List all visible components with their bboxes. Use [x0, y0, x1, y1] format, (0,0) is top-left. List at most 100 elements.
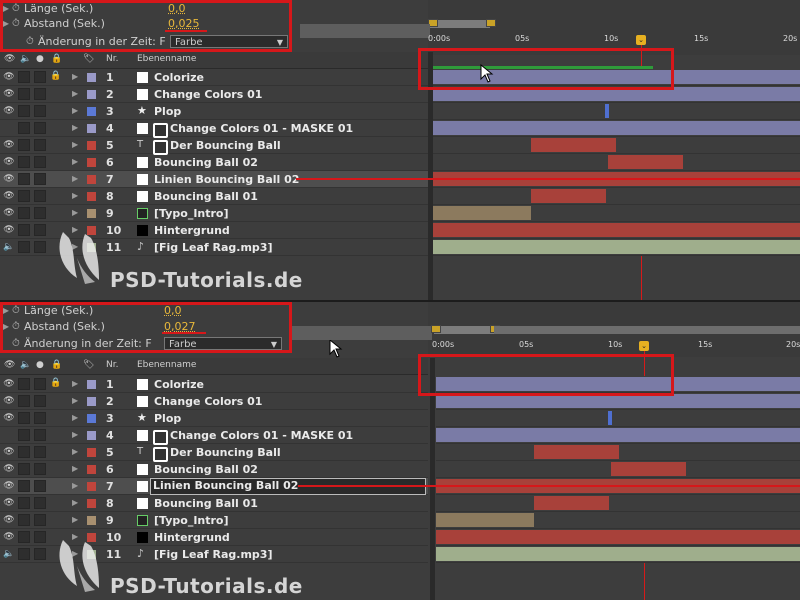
- layer-duration-bar[interactable]: [608, 155, 683, 169]
- label-color-chip[interactable]: [87, 90, 96, 99]
- layer-name[interactable]: Colorize: [154, 378, 204, 391]
- label-color-chip[interactable]: [87, 516, 96, 525]
- switch-box[interactable]: [18, 497, 30, 509]
- header-name[interactable]: Ebenenname: [137, 54, 196, 64]
- layer-name[interactable]: Bouncing Ball 02: [154, 463, 258, 476]
- label-color-chip[interactable]: [87, 380, 96, 389]
- eye-icon[interactable]: 👁: [3, 413, 15, 423]
- layer-duration-bar[interactable]: [531, 138, 616, 152]
- expand-icon[interactable]: ▶: [0, 19, 12, 28]
- layer-name[interactable]: Colorize: [154, 71, 204, 84]
- expand-icon[interactable]: ▶: [72, 498, 78, 507]
- switch-box[interactable]: [34, 190, 46, 202]
- eye-icon[interactable]: 👁: [3, 481, 15, 491]
- layer-row[interactable]: 👁 ▶ 9 [Typo_Intro]: [0, 205, 428, 222]
- switch-box[interactable]: [18, 190, 30, 202]
- layer-name[interactable]: Plop: [154, 105, 181, 118]
- switch-box[interactable]: [18, 173, 30, 185]
- label-color-chip[interactable]: [87, 448, 96, 457]
- layer-duration-bar[interactable]: [611, 462, 686, 476]
- expand-icon[interactable]: ▶: [72, 140, 78, 149]
- switch-box[interactable]: [18, 105, 30, 117]
- eye-icon[interactable]: 👁: [3, 140, 15, 150]
- layer-duration-bar[interactable]: [436, 428, 800, 442]
- switch-box[interactable]: [34, 429, 46, 441]
- switch-box[interactable]: [18, 378, 30, 390]
- header-nr[interactable]: Nr.: [106, 360, 118, 370]
- switch-box[interactable]: [34, 156, 46, 168]
- expand-icon[interactable]: ▶: [72, 174, 78, 183]
- eye-icon[interactable]: 👁: [3, 174, 15, 184]
- eye-icon[interactable]: 👁: [3, 191, 15, 201]
- layer-name[interactable]: [Fig Leaf Rag.mp3]: [154, 241, 273, 254]
- label-color-chip[interactable]: [87, 192, 96, 201]
- label-color-chip[interactable]: [87, 158, 96, 167]
- label-color-chip[interactable]: [87, 141, 96, 150]
- prop-length-value[interactable]: 0,0: [164, 304, 182, 317]
- label-color-chip[interactable]: [87, 397, 96, 406]
- layer-row[interactable]: 👁 ▶ 3 ★ Plop: [0, 410, 428, 427]
- layer-duration-bar[interactable]: [436, 394, 800, 408]
- switch-box[interactable]: [34, 548, 46, 560]
- current-time-indicator[interactable]: ⌄: [639, 341, 649, 351]
- stopwatch-icon[interactable]: ⏱: [12, 338, 24, 349]
- lock-icon[interactable]: 🔒: [50, 71, 61, 81]
- stopwatch-icon[interactable]: ⏱: [12, 305, 24, 316]
- layer-row[interactable]: ▶ 4 Change Colors 01 - MASKE 01: [0, 427, 428, 445]
- eye-icon[interactable]: [3, 430, 15, 440]
- switch-box[interactable]: [34, 88, 46, 100]
- layer-duration-bar[interactable]: [433, 223, 800, 237]
- expand-icon[interactable]: ▶: [72, 72, 78, 81]
- prop-length-value[interactable]: 0,0: [168, 2, 186, 15]
- header-nr[interactable]: Nr.: [106, 54, 118, 64]
- switch-box[interactable]: [18, 463, 30, 475]
- switch-box[interactable]: [34, 378, 46, 390]
- switch-box[interactable]: [18, 139, 30, 151]
- eye-icon[interactable]: 👁: [3, 157, 15, 167]
- switch-box[interactable]: [18, 156, 30, 168]
- eye-icon[interactable]: 👁: [3, 447, 15, 457]
- layer-row[interactable]: 👁 ▶ 3 ★ Plop: [0, 103, 428, 120]
- layer-name[interactable]: [Typo_Intro]: [154, 207, 229, 220]
- layer-duration-bar[interactable]: [433, 206, 531, 220]
- layer-row[interactable]: 👁 🔒 ▶ 1 Colorize: [0, 376, 428, 393]
- layer-name[interactable]: Bouncing Ball 02: [154, 156, 258, 169]
- expand-icon[interactable]: ▶: [0, 322, 12, 331]
- navigator-start-handle[interactable]: [431, 325, 441, 333]
- label-color-chip[interactable]: [87, 465, 96, 474]
- switch-box[interactable]: [18, 395, 30, 407]
- expand-icon[interactable]: ▶: [72, 208, 78, 217]
- layer-duration-bar[interactable]: [436, 377, 800, 391]
- expand-icon[interactable]: ▶: [72, 447, 78, 456]
- switch-box[interactable]: [34, 480, 46, 492]
- expand-icon[interactable]: ▶: [72, 464, 78, 473]
- layer-duration-bar[interactable]: [433, 240, 800, 254]
- stopwatch-icon[interactable]: ⏱: [12, 321, 24, 332]
- stopwatch-icon[interactable]: ⏱: [26, 36, 38, 47]
- expand-icon[interactable]: ▶: [72, 123, 78, 132]
- layer-name[interactable]: Bouncing Ball 01: [154, 190, 258, 203]
- layer-duration-bar[interactable]: [608, 411, 612, 425]
- expand-icon[interactable]: ▶: [72, 515, 78, 524]
- expand-icon[interactable]: ▶: [72, 191, 78, 200]
- label-color-chip[interactable]: [87, 482, 96, 491]
- layer-row[interactable]: 👁 ▶ 8 Bouncing Ball 01: [0, 188, 428, 205]
- switch-box[interactable]: [34, 224, 46, 236]
- layer-duration-bar[interactable]: [433, 121, 800, 135]
- expand-icon[interactable]: ▶: [72, 106, 78, 115]
- layer-duration-bar[interactable]: [433, 87, 800, 101]
- switch-box[interactable]: [18, 224, 30, 236]
- switch-box[interactable]: [18, 531, 30, 543]
- color-mode-dropdown[interactable]: Farbe ▼: [170, 35, 288, 48]
- prop-spacing-value[interactable]: 0,025: [168, 17, 200, 30]
- audio-icon[interactable]: 🔈: [3, 242, 15, 252]
- layer-row[interactable]: 👁 ▶ 2 Change Colors 01: [0, 86, 428, 103]
- layer-name[interactable]: Hintergrund: [154, 531, 230, 544]
- switch-box[interactable]: [34, 412, 46, 424]
- layer-duration-bar[interactable]: [436, 547, 800, 561]
- audio-icon[interactable]: 🔈: [3, 549, 15, 559]
- switch-box[interactable]: [18, 207, 30, 219]
- layer-name[interactable]: [Typo_Intro]: [154, 514, 229, 527]
- layer-duration-bar[interactable]: [531, 189, 606, 203]
- expand-icon[interactable]: ▶: [72, 89, 78, 98]
